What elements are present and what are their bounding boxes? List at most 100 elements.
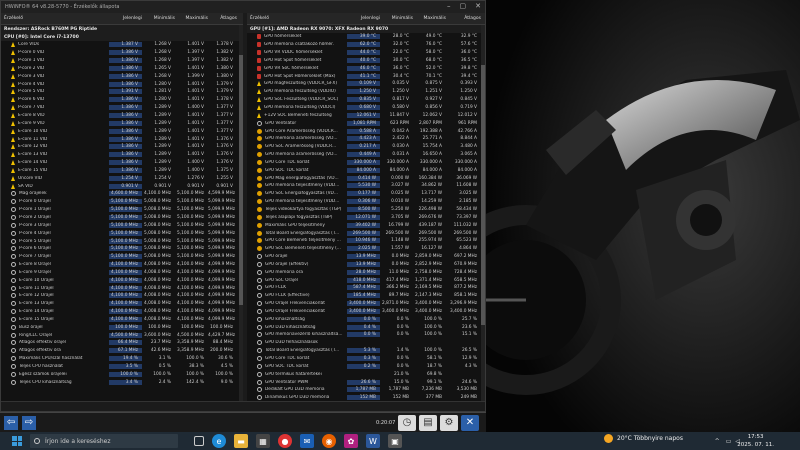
- sensor-row[interactable]: GPU SoC Áramerősség (VDDCR... 0.217 A 0.03…: [247, 143, 485, 151]
- sensor-row[interactable]: P-core 0 Órajel 5,100.0 MHz 5,008.0 MHz 5,1…: [1, 198, 243, 206]
- col-current[interactable]: Jelenlegi: [109, 16, 142, 21]
- sensor-row[interactable]: GPU Core TDC korlát 0.3 % 0.0 % 58.1 % 12.9 …: [247, 355, 485, 363]
- sensor-row[interactable]: E-core 8 Órajel 4,100.0 MHz 4,008.0 MHz 4,1…: [1, 261, 243, 269]
- sensor-row[interactable]: GPU VR VDDC hőmérséklet 44.0 °C 22.0 °C 58.…: [247, 49, 485, 57]
- sensor-row[interactable]: Mag órajelek 4,600.0 MHz 4,100.0 MHz 5,100.…: [1, 190, 243, 198]
- chrome-icon[interactable]: ●: [278, 434, 292, 448]
- sensor-row[interactable]: GPU hőmérséklet 39.0 °C 28.0 °C 49.0 °C 32.9…: [247, 33, 485, 41]
- sensor-row[interactable]: GPU D3D kihasználtság 0.4 % 0.0 % 100.0 % 23…: [247, 323, 485, 331]
- sensor-row[interactable]: P-core 7 Órajel 5,100.0 MHz 5,008.0 MHz 5,1…: [1, 253, 243, 261]
- sensor-row[interactable]: GPU SOC TDC korlát 0.2 % 0.0 % 18.7 % 4.3 %: [247, 362, 485, 370]
- sensor-row[interactable]: GPU memóriavezérlő kihasználtsá... 0.0 % 0…: [247, 331, 485, 339]
- col-name[interactable]: Érzékelő: [247, 16, 347, 21]
- search-input[interactable]: Írjon ide a kereséshez: [30, 434, 178, 448]
- sensor-row[interactable]: P-core 1 Órajel 5,100.0 MHz 5,008.0 MHz 5,1…: [1, 206, 243, 214]
- section-header[interactable]: Rendszer: ASRock B760M PG Riptide: [1, 25, 243, 33]
- col-avg[interactable]: Átlagos: [446, 16, 481, 21]
- chevron-up-icon[interactable]: ^: [715, 438, 720, 445]
- col-max[interactable]: Maximális: [175, 16, 208, 21]
- sensor-row[interactable]: E-core 14 Órajel 4,100.0 MHz 4,008.0 MHz 4,…: [1, 308, 243, 316]
- sensor-row[interactable]: GPU FCLK 587.4 MHz 366.2 MHz 2,169.5 MHz 877…: [247, 284, 485, 292]
- col-max[interactable]: Maximális: [413, 16, 446, 21]
- sensor-row[interactable]: GPU D3D felhasználások: [247, 339, 485, 347]
- close-button[interactable]: ✕: [475, 2, 481, 10]
- sensor-row[interactable]: GPU memória áramerősség (VD... 4.423 A 2.4…: [247, 135, 485, 143]
- sensor-row[interactable]: E-core 13 Órajel 4,100.0 MHz 4,008.0 MHz 4,…: [1, 300, 243, 308]
- start-button[interactable]: [12, 436, 22, 446]
- sensor-row[interactable]: Core VIDs 1.387 V 1.268 V 1.401 V 1.378 V: [1, 41, 243, 49]
- sensor-row[interactable]: GPU Core TDC korlát 330.000 A 330.000 A 330…: [247, 159, 485, 167]
- sensor-row[interactable]: E-core 14 VID 1.386 V 1.289 V 1.400 V 1.376 …: [1, 159, 243, 167]
- sensor-row[interactable]: Teljes CPU kihasználtság 3.4 % 2.4 % 142.4 …: [1, 378, 243, 386]
- sensor-row[interactable]: E-core 8 VID 1.386 V 1.289 V 1.401 V 1.377 V: [1, 112, 243, 120]
- minimize-button[interactable]: –: [447, 2, 451, 10]
- sensor-row[interactable]: P-core 4 VID 1.386 V 1.280 V 1.401 V 1.379 V: [1, 80, 243, 88]
- report-icon[interactable]: ▤: [419, 414, 437, 431]
- sensor-row[interactable]: GPU Hot Spot hőmérséklet 40.0 °C 30.0 °C 68…: [247, 57, 485, 65]
- sensor-row[interactable]: GPU SoC Feszültség (VDDCR_SOC) 0.835 V 0.8…: [247, 96, 485, 104]
- clock-area[interactable]: 17:53 2025. 07. 11.: [737, 433, 774, 449]
- word-icon[interactable]: W: [366, 434, 380, 448]
- right-scrollbar[interactable]: [481, 25, 485, 401]
- sensor-row[interactable]: GPU órajel (Effektív) 13.9 MHz 0.0 MHz 2,85…: [247, 260, 485, 268]
- sensor-row[interactable]: E-core 12 VID 1.386 V 1.289 V 1.401 V 1.376 …: [1, 143, 243, 151]
- sensor-row[interactable]: E-core 9 VID 1.386 V 1.289 V 1.401 V 1.377 V: [1, 119, 243, 127]
- sensor-row[interactable]: Teljes videokártya fogyasztás (TGP) 8.500…: [247, 206, 485, 214]
- sensor-row[interactable]: GPU Core Bemeneti teljesítmény ... 10.946…: [247, 237, 485, 245]
- sensor-row[interactable]: P-core 3 Órajel 5,100.0 MHz 5,008.0 MHz 5,1…: [1, 221, 243, 229]
- sensor-row[interactable]: Maximális CPU/szál használat 19.4 % 3.1 % 1…: [1, 355, 243, 363]
- sensor-row[interactable]: P-core 0 VID 1.386 V 1.268 V 1.397 V 1.382 V: [1, 49, 243, 57]
- sensor-row[interactable]: GPU Ventilátor PWM 26.6 % 15.0 % 99.1 % 24.6…: [247, 378, 485, 386]
- sensor-row[interactable]: P-core 6 VID 1.386 V 1.280 V 1.401 V 1.378 V: [1, 96, 243, 104]
- sensor-row[interactable]: P-core 3 VID 1.386 V 1.268 V 1.399 V 1.380 V: [1, 72, 243, 80]
- sensor-row[interactable]: P-core 5 Órajel 5,100.0 MHz 5,008.0 MHz 5,1…: [1, 237, 243, 245]
- sensor-row[interactable]: GPU FCLK (Effective) 185.4 MHz 89.7 MHz 2,1…: [247, 292, 485, 300]
- sensor-row[interactable]: Uncore VID 1.254 V 1.254 V 1.276 V 1.255 V: [1, 174, 243, 182]
- sensor-row[interactable]: SA VID 0.901 V 0.901 V 0.901 V 0.901 V: [1, 182, 243, 190]
- maximize-button[interactable]: ▢: [460, 2, 467, 10]
- sensor-row[interactable]: P-core 5 VID 1.391 V 1.281 V 1.401 V 1.379 V: [1, 88, 243, 96]
- explorer-icon[interactable]: ▬: [234, 434, 248, 448]
- outlook-icon[interactable]: ✉: [300, 434, 314, 448]
- sensor-row[interactable]: Teljes CPU használat 3.5 % 0.5 % 38.3 % 4.5 …: [1, 363, 243, 371]
- sensor-row[interactable]: GPU Mag energiafogyasztás (VD... 0.414 W 0…: [247, 174, 485, 182]
- sensor-row[interactable]: GPU órajel 13.9 MHz 0.0 MHz 2,859.0 MHz 697.…: [247, 253, 485, 261]
- sensor-row[interactable]: GPU memória feszültség (VDDCI) 0.680 V 0.5…: [247, 104, 485, 112]
- nav-back-icon[interactable]: ⇦: [4, 415, 18, 430]
- sensor-row[interactable]: E-core 11 VID 1.386 V 1.289 V 1.401 V 1.376 …: [1, 135, 243, 143]
- col-current[interactable]: Jelenlegi: [347, 16, 380, 21]
- sensor-row[interactable]: GPU Hot Spot Hőmérséklet (Max) 41.1 °C 30.…: [247, 72, 485, 80]
- section-header[interactable]: CPU [#0]: Intel Core i7-13700: [1, 33, 243, 41]
- sensor-row[interactable]: Átlagos effektív óra 67.1 MHz 42.6 MHz 3,35…: [1, 347, 243, 355]
- sensor-row[interactable]: Busz órajel 100.0 MHz 100.0 MHz 100.0 MHz 10…: [1, 323, 243, 331]
- hwinfo-taskbar-icon[interactable]: ▣: [388, 434, 402, 448]
- sensor-row[interactable]: E-core 11 Órajel 4,100.0 MHz 4,008.0 MHz 4,…: [1, 284, 243, 292]
- sensor-row[interactable]: E-core 12 Órajel 4,100.0 MHz 4,008.0 MHz 4,…: [1, 292, 243, 300]
- sensor-row[interactable]: GPU memória feszültség (VDDIO) 1.250 V 1.2…: [247, 88, 485, 96]
- close-sensors-icon[interactable]: ✕: [461, 414, 479, 431]
- store-icon[interactable]: ▦: [256, 434, 270, 448]
- sensor-row[interactable]: GPU SoC Bemeneti teljesítmény (... 2.025 …: [247, 245, 485, 253]
- sensor-row[interactable]: E-core 15 VID 1.386 V 1.289 V 1.400 V 1.375 …: [1, 167, 243, 175]
- sensor-row[interactable]: Ring/LLC Órajel 4,500.0 MHz 3,600.0 MHz 4,5…: [1, 331, 243, 339]
- sensor-row[interactable]: GPU VR SoC hőmérséklet 46.0 °C 36.0 °C 52.0…: [247, 64, 485, 72]
- sensor-row[interactable]: Teljes alaplapi fogyasztás (TBP) 12.071 W…: [247, 213, 485, 221]
- col-min[interactable]: Minimális: [380, 16, 413, 21]
- sensor-row[interactable]: GPU Core Áramerősség (VDDCR... 0.588 A 0.0…: [247, 127, 485, 135]
- nav-forward-icon[interactable]: ⇨: [22, 415, 36, 430]
- sensor-row[interactable]: P-core 2 VID 1.386 V 1.265 V 1.401 V 1.380 V: [1, 65, 243, 73]
- sensor-row[interactable]: GPU memória óra 28.0 MHz 11.0 MHz 2,758.0 M…: [247, 268, 485, 276]
- sensor-row[interactable]: GPU memória áramerősség (VD... 0.449 A 0.0…: [247, 151, 485, 159]
- sensor-row[interactable]: E-core 9 Órajel 4,100.0 MHz 4,008.0 MHz 4,1…: [1, 268, 243, 276]
- edge-icon[interactable]: e: [212, 434, 226, 448]
- sensor-row[interactable]: GPU Ventilátor 1,081 RPM 623 RPM 2,807 RPM 9…: [247, 119, 485, 127]
- task-view-icon[interactable]: [194, 436, 204, 446]
- sensor-row[interactable]: GPU memória teljesítmény (VDD... 0.306 W 0…: [247, 198, 485, 206]
- app-icon[interactable]: ✿: [344, 434, 358, 448]
- sensor-row[interactable]: E-core 13 VID 1.386 V 1.289 V 1.401 V 1.376 …: [1, 151, 243, 159]
- sensor-row[interactable]: E-core 15 Órajel 4,100.0 MHz 4,008.0 MHz 4,…: [1, 316, 243, 324]
- firefox-icon[interactable]: ◉: [322, 434, 336, 448]
- sensor-row[interactable]: P-core 1 VID 1.386 V 1.268 V 1.397 V 1.382 V: [1, 57, 243, 65]
- sensor-row[interactable]: E-core 10 VID 1.386 V 1.289 V 1.401 V 1.377 …: [1, 127, 243, 135]
- sensor-row[interactable]: P-core 7 VID 1.386 V 1.289 V 1.400 V 1.377 V: [1, 104, 243, 112]
